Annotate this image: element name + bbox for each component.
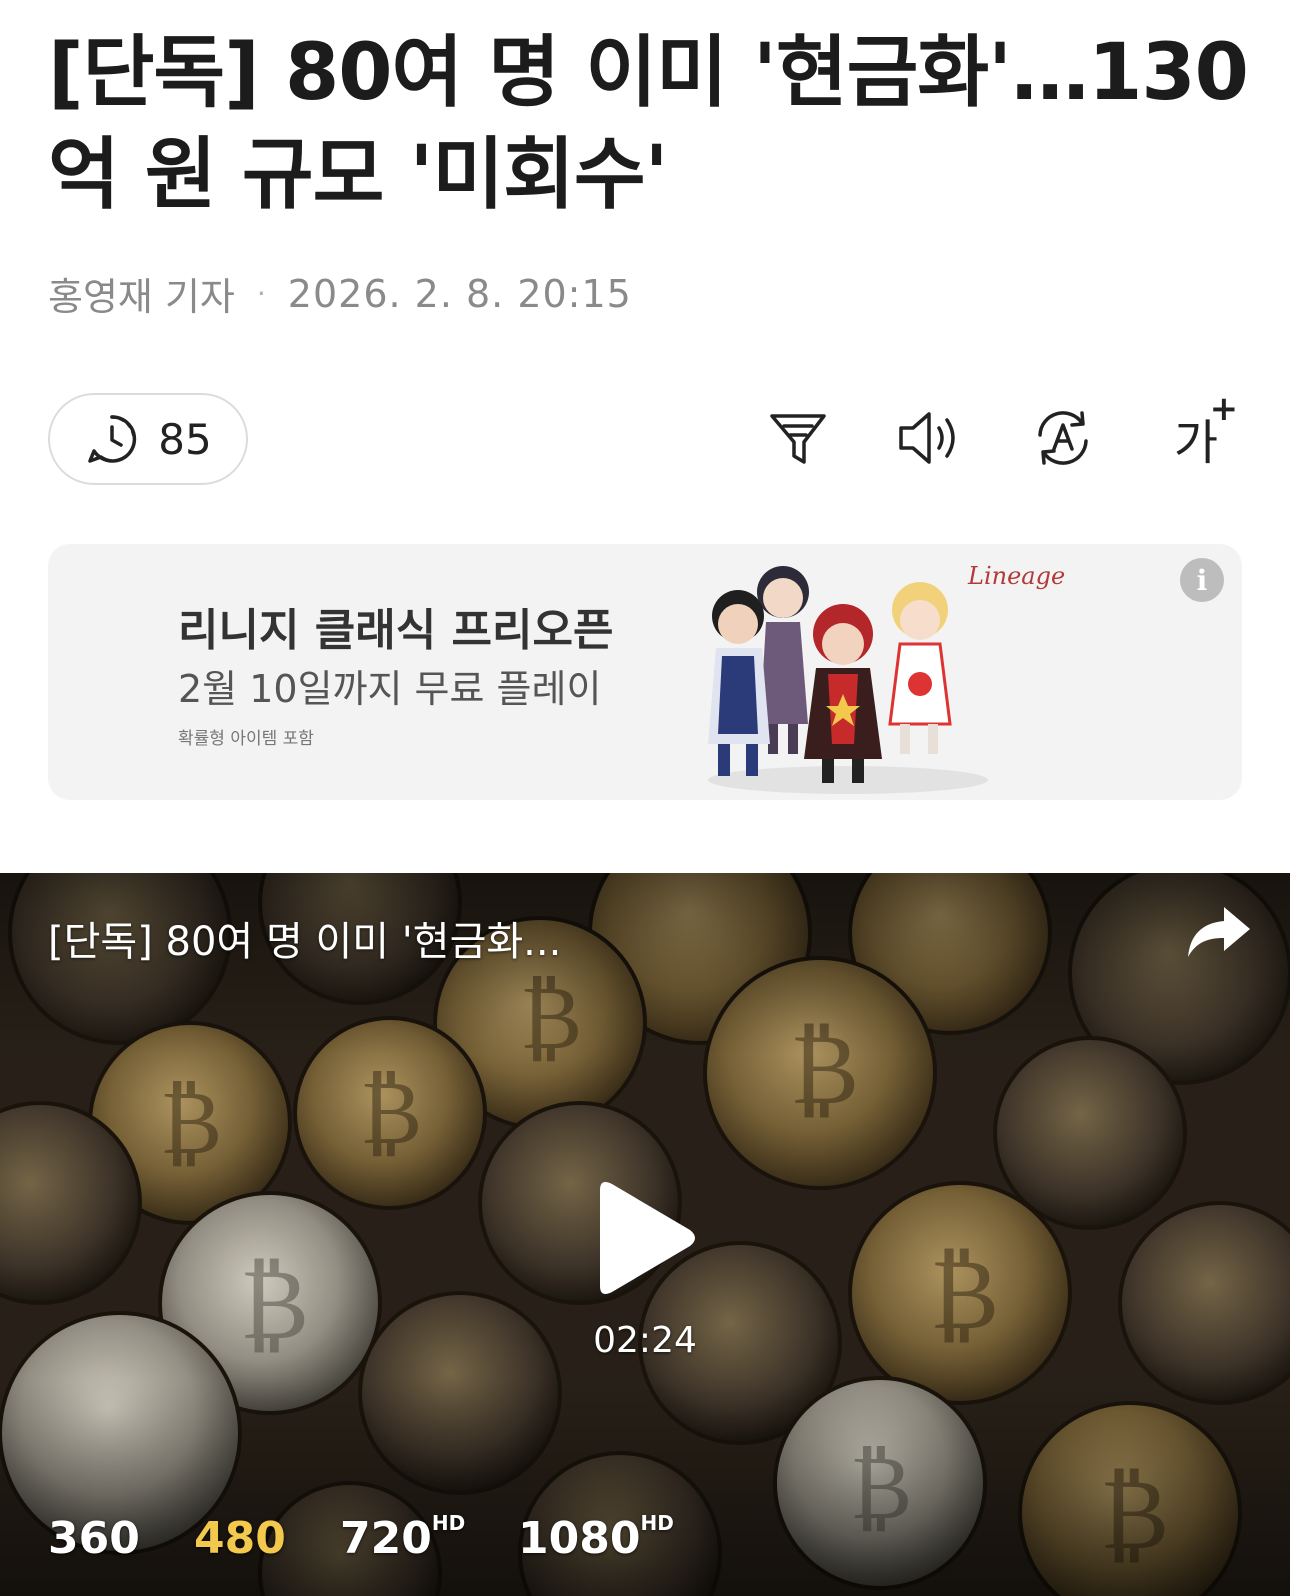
video-title: [단독] 80여 명 이미 '현금화... xyxy=(48,919,562,965)
comment-button[interactable]: 85 xyxy=(48,393,248,485)
summary-filter-icon xyxy=(770,414,826,464)
translate-icon xyxy=(1038,411,1088,465)
font-size-button[interactable]: 가 + xyxy=(1160,389,1238,474)
publish-datetime: 2026. 2. 8. 20:15 xyxy=(287,271,632,316)
article-headline: [단독] 80여 명 이미 '현금화'…130억 원 규모 '미회수' xyxy=(48,28,1249,220)
byline: 홍영재 기자 · 2026. 2. 8. 20:15 xyxy=(48,266,632,321)
font-size-plus: + xyxy=(1209,389,1239,429)
quality-720[interactable]: 720HD xyxy=(340,1511,466,1564)
font-size-icon: 가 + xyxy=(1174,389,1238,473)
quality-720-hd-badge: HD xyxy=(431,1511,466,1535)
ad-banner[interactable]: 리니지 클래식 프리오픈 2월 10일까지 무료 플레이 확률형 아이템 포함 xyxy=(48,544,1242,800)
quality-1080[interactable]: 1080HD xyxy=(518,1511,674,1564)
ad-note: 확률형 아이템 포함 xyxy=(178,729,314,749)
quality-720-label: 720 xyxy=(340,1513,432,1564)
listen-button[interactable] xyxy=(894,402,966,474)
ad-subtitle: 2월 10일까지 무료 플레이 xyxy=(178,667,602,711)
speaker-icon xyxy=(899,412,955,464)
translate-button[interactable] xyxy=(1027,402,1099,474)
quality-1080-hd-badge: HD xyxy=(640,1511,674,1535)
ad-title: 리니지 클래식 프리오픈 xyxy=(178,605,614,656)
quality-480-label: 480 xyxy=(194,1513,286,1564)
summary-button[interactable] xyxy=(762,402,834,474)
quality-360-label: 360 xyxy=(48,1513,140,1564)
ad-logo: Lineage xyxy=(968,562,1066,590)
video-player[interactable]: ₿ ₿ ₿ ₿ ₿ ₿ ₿ ₿ [단독] 80여 명 이미 '현금화... 02… xyxy=(0,873,1290,1596)
quality-1080-label: 1080 xyxy=(518,1513,641,1564)
ad-characters-image xyxy=(708,566,988,794)
ad-info-icon[interactable]: i xyxy=(1180,558,1224,602)
byline-separator: · xyxy=(256,277,266,310)
quality-360[interactable]: 360 xyxy=(48,1513,140,1564)
reporter-name[interactable]: 홍영재 기자 xyxy=(48,266,235,321)
quality-480[interactable]: 480 xyxy=(194,1513,286,1564)
share-icon[interactable] xyxy=(1184,901,1254,961)
play-icon[interactable] xyxy=(590,1178,700,1298)
video-duration: 02:24 xyxy=(593,1320,697,1361)
comment-clock-icon xyxy=(88,415,137,463)
comment-count: 85 xyxy=(158,414,212,464)
